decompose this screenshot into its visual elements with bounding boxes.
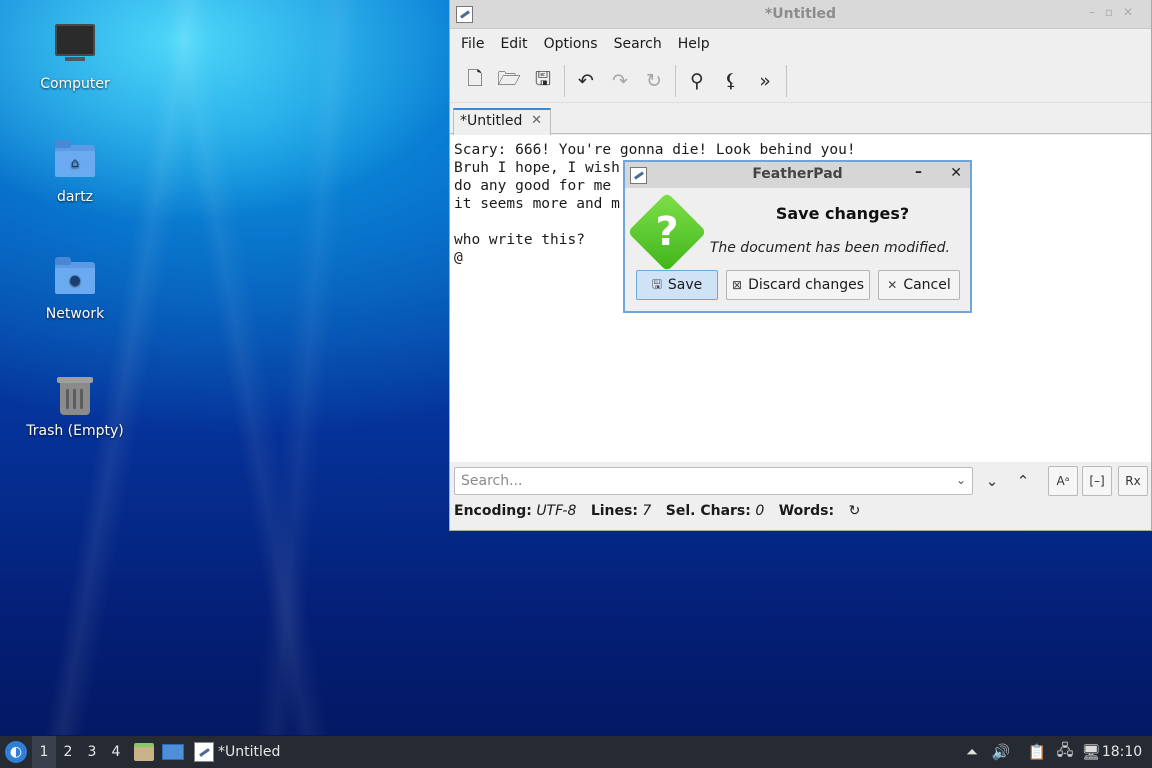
refresh-word-count-icon[interactable]: ↻ — [849, 503, 861, 519]
computer-icon — [51, 24, 99, 72]
chevron-down-icon[interactable]: ⌄ — [956, 473, 966, 487]
desktop-icon-home[interactable]: ⌂ dartz — [20, 137, 130, 205]
status-bar: Encoding: UTF-8 Lines: 7 Sel. Chars: 0 W… — [454, 503, 860, 519]
regex-icon[interactable]: Rx — [1118, 466, 1148, 496]
discard-icon: ⊠ — [732, 278, 743, 292]
dialog-heading: Save changes? — [775, 204, 910, 223]
window-controls[interactable]: –▫✕ — [1089, 5, 1143, 19]
open-folder-icon[interactable]: 🗁 — [492, 64, 526, 98]
toolbar-separator — [564, 64, 565, 97]
dialog-titlebar[interactable]: FeatherPad – ✕ — [625, 162, 970, 188]
window-title: *Untitled — [764, 6, 837, 22]
show-desktop-button[interactable] — [160, 736, 186, 768]
toolbar-separator — [786, 64, 787, 97]
toolbar-separator — [675, 64, 676, 97]
cancel-button[interactable]: ✕ Cancel — [878, 270, 960, 300]
home-folder-icon: ⌂ — [51, 137, 99, 185]
desktop-icon-network[interactable]: ● Network — [20, 254, 130, 322]
search-placeholder: Search... — [461, 473, 523, 489]
network-folder-icon: ● — [51, 254, 99, 302]
encoding-value: UTF-8 — [536, 503, 577, 519]
update-notifier-icon[interactable]: 🖥 — [1080, 736, 1102, 768]
find-icon[interactable]: ⚲ — [680, 64, 714, 98]
window-titlebar[interactable]: *Untitled –▫✕ — [450, 0, 1151, 29]
save-icon: 🖫 — [651, 276, 662, 291]
sel-chars-value: 0 — [755, 503, 765, 519]
menu-search[interactable]: Search — [606, 36, 670, 52]
replace-icon[interactable]: ⚸ — [714, 64, 748, 98]
menubar: File Edit Options Search Help — [450, 29, 1151, 59]
undo-icon[interactable]: ↶ — [569, 64, 603, 98]
redo-icon[interactable]: ↷ — [603, 64, 637, 98]
desktop-icon-computer[interactable]: Computer — [20, 20, 130, 92]
taskbar-task-featherpad[interactable]: *Untitled — [190, 736, 330, 768]
discard-changes-button[interactable]: ⊠ Discard changes — [726, 270, 870, 300]
lines-value: 7 — [642, 503, 652, 519]
minimize-icon[interactable]: – — [915, 164, 922, 180]
close-icon[interactable]: ✕ — [950, 165, 962, 181]
desktop-icon-label: Network — [45, 306, 105, 322]
workspace-1[interactable]: 1 — [32, 736, 56, 768]
whole-word-icon[interactable]: [–] — [1082, 466, 1112, 496]
desktop-icon-trash[interactable]: Trash (Empty) — [20, 371, 130, 439]
cancel-button-label: Cancel — [903, 277, 951, 293]
encoding-label: Encoding: — [454, 503, 532, 519]
reload-icon[interactable]: ↻ — [637, 64, 671, 98]
task-label: *Untitled — [218, 744, 281, 760]
wallpaper — [0, 0, 450, 735]
menu-file[interactable]: File — [453, 36, 492, 52]
save-icon[interactable]: 🖫 — [526, 64, 560, 98]
desktop-icon-label: Computer — [40, 76, 110, 92]
words-label: Words: — [778, 503, 835, 519]
clipboard-icon[interactable]: 📋 — [1026, 736, 1048, 768]
clock[interactable]: 18:10 — [1100, 736, 1144, 768]
tab-label: *Untitled — [460, 113, 523, 129]
save-changes-dialog: FeatherPad – ✕ ? Save changes? The docum… — [623, 160, 972, 313]
new-document-icon[interactable]: 🗋 — [458, 64, 492, 98]
tray-up-arrow-icon[interactable]: ⏶ — [962, 736, 982, 768]
volume-icon[interactable]: 🔊 — [990, 736, 1012, 768]
workspace-2[interactable]: 2 — [56, 736, 80, 768]
toolbar: 🗋 🗁 🖫 ↶ ↷ ↻ ⚲ ⚸ » — [450, 59, 1151, 103]
menu-edit[interactable]: Edit — [492, 36, 535, 52]
sel-chars-label: Sel. Chars: — [665, 503, 751, 519]
taskbar: ◐ 1 2 3 4 *Untitled ⏶ 🔊 📋 🖧 🖥 18:10 — [0, 736, 1152, 768]
dialog-message: The document has been modified. — [709, 240, 950, 256]
desktop-icon-label: dartz — [56, 189, 94, 205]
file-manager-launcher[interactable] — [132, 736, 156, 768]
start-menu-button[interactable]: ◐ — [4, 736, 28, 768]
featherpad-app-icon — [194, 742, 214, 762]
discard-button-label: Discard changes — [748, 277, 864, 293]
search-input[interactable]: Search... ⌄ — [454, 467, 973, 495]
trash-icon — [51, 371, 99, 419]
tab-bar: *Untitled ✕ — [450, 103, 1151, 135]
match-case-icon[interactable]: Aᵃ — [1048, 466, 1078, 496]
workspace-4[interactable]: 4 — [104, 736, 128, 768]
more-icon[interactable]: » — [748, 64, 782, 98]
cancel-icon: ✕ — [887, 278, 898, 292]
menu-options[interactable]: Options — [536, 36, 606, 52]
menu-help[interactable]: Help — [670, 36, 718, 52]
save-button[interactable]: 🖫 Save — [636, 270, 718, 300]
desktop-icon-label: Trash (Empty) — [26, 423, 124, 439]
lines-label: Lines: — [590, 503, 638, 519]
show-desktop-icon — [162, 744, 184, 760]
workspace-3[interactable]: 3 — [80, 736, 104, 768]
start-menu-icon: ◐ — [5, 741, 27, 763]
close-tab-icon[interactable]: ✕ — [531, 113, 542, 128]
save-button-label: Save — [667, 277, 703, 293]
search-bar: Search... ⌄ ⌄ ⌃ Aᵃ [–] Rx — [450, 462, 1151, 500]
tab-untitled[interactable]: *Untitled ✕ — [453, 108, 551, 135]
network-icon[interactable]: 🖧 — [1054, 736, 1076, 768]
find-next-icon[interactable]: ⌄ — [978, 467, 1006, 495]
find-previous-icon[interactable]: ⌃ — [1009, 467, 1037, 495]
file-manager-icon — [134, 743, 154, 761]
